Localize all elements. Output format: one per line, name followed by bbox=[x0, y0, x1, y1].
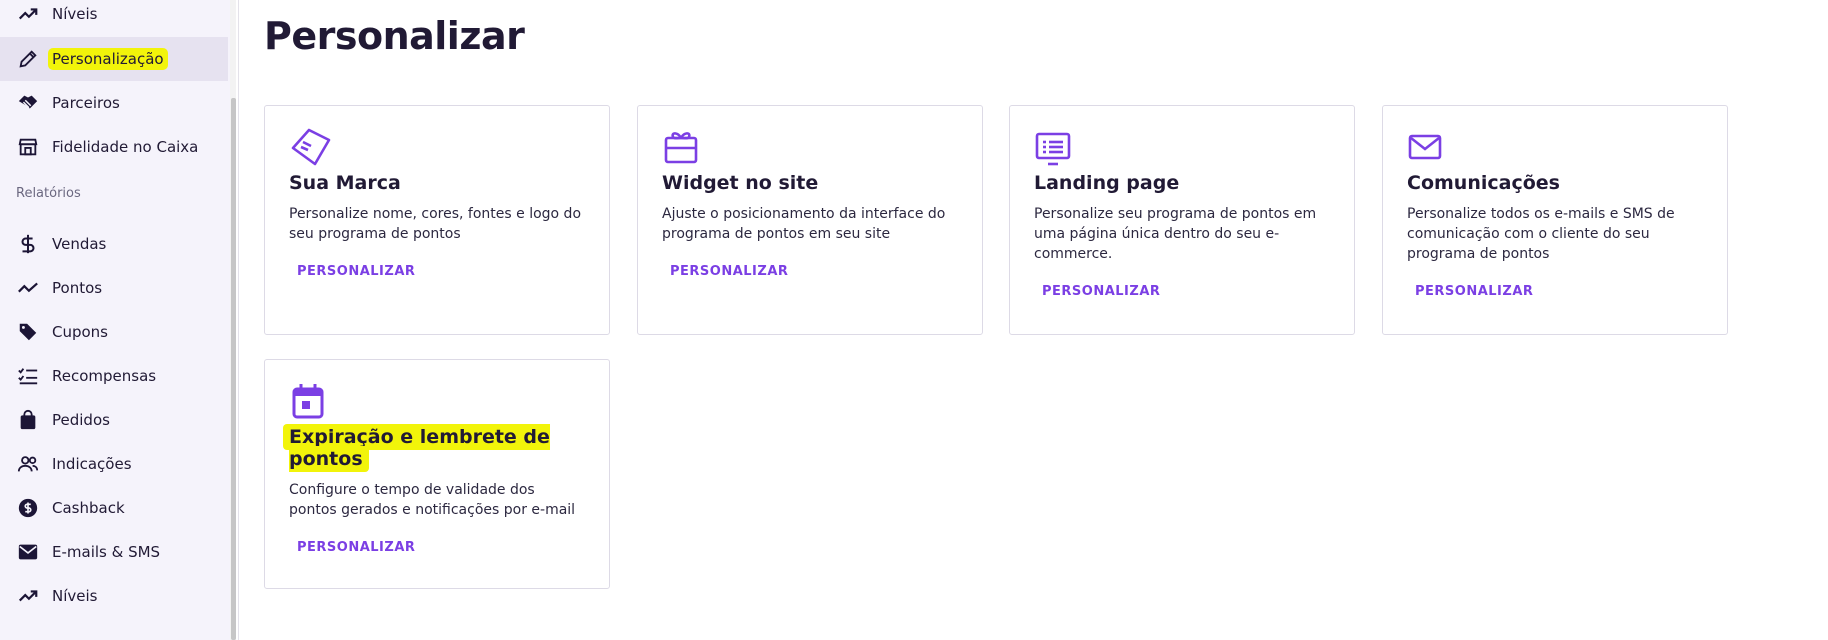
card-description: Personalize nome, cores, fontes e logo d… bbox=[289, 206, 582, 242]
sidebar: Níveis Personalização Parceiros Fidelida… bbox=[0, 0, 233, 640]
sidebar-item-label: Pontos bbox=[52, 279, 103, 297]
trending-up-icon bbox=[17, 277, 39, 299]
sidebar-item-cashback[interactable]: Cashback bbox=[0, 486, 228, 530]
sidebar-item-label: Recompensas bbox=[52, 367, 157, 385]
sidebar-item-label: Indicações bbox=[52, 455, 132, 473]
personalize-button[interactable]: PERSONALIZAR bbox=[297, 540, 415, 555]
gift-card-icon bbox=[662, 126, 710, 168]
trending-up-icon bbox=[17, 585, 39, 607]
card-description: Personalize seu programa de pontos em um… bbox=[1034, 206, 1317, 262]
sidebar-item-parceiros[interactable]: Parceiros bbox=[0, 81, 228, 125]
pencil-icon bbox=[17, 48, 39, 70]
sidebar-item-label: Parceiros bbox=[52, 94, 120, 112]
sidebar-item-label: Níveis bbox=[52, 5, 98, 23]
card-title: Widget no site bbox=[662, 172, 819, 194]
card-title: Sua Marca bbox=[289, 172, 401, 194]
sidebar-item-emails-sms[interactable]: E-mails & SMS bbox=[0, 530, 228, 574]
dollar-icon bbox=[17, 233, 39, 255]
card-expiracao-lembrete: Expiração e lembrete de pontos Configure… bbox=[264, 359, 610, 589]
sidebar-item-label: E-mails & SMS bbox=[52, 543, 161, 561]
calendar-icon bbox=[289, 380, 337, 422]
card-title-text: Expiração e lembrete de pontos bbox=[283, 424, 550, 472]
card-title: Comunicações bbox=[1407, 172, 1560, 194]
coin-icon bbox=[17, 497, 39, 519]
sidebar-item-recompensas[interactable]: Recompensas bbox=[0, 354, 228, 398]
trending-up-icon bbox=[17, 3, 39, 25]
sidebar-item-niveis[interactable]: Níveis bbox=[0, 574, 228, 618]
monitor-icon bbox=[1034, 126, 1082, 168]
sidebar-divider bbox=[238, 0, 239, 640]
sidebar-item-pedidos[interactable]: Pedidos bbox=[0, 398, 228, 442]
sidebar-item-label: Fidelidade no Caixa bbox=[52, 138, 199, 156]
card-description: Configure o tempo de validade dos pontos… bbox=[289, 482, 576, 518]
checklist-icon bbox=[17, 365, 39, 387]
sidebar-item-personalizacao[interactable]: Personalização bbox=[0, 37, 228, 81]
shopping-bag-icon bbox=[17, 409, 39, 431]
card-title: Landing page bbox=[1034, 172, 1180, 194]
personalize-button[interactable]: PERSONALIZAR bbox=[297, 264, 415, 279]
sidebar-item-label: Pedidos bbox=[52, 411, 110, 429]
tag-icon bbox=[17, 321, 39, 343]
personalize-button[interactable]: PERSONALIZAR bbox=[1042, 284, 1160, 299]
sidebar-item-pontos[interactable]: Pontos bbox=[0, 266, 228, 310]
sidebar-item-label: Vendas bbox=[52, 235, 107, 253]
sidebar-item-fidelidade-caixa[interactable]: Fidelidade no Caixa bbox=[0, 125, 228, 169]
card-title: Expiração e lembrete de pontos bbox=[283, 424, 585, 472]
sidebar-item-niveis-top[interactable]: Níveis bbox=[0, 0, 228, 36]
sidebar-item-label: Personalização bbox=[48, 48, 168, 70]
card-widget-site: Widget no site Ajuste o posicionamento d… bbox=[637, 105, 983, 335]
handshake-icon bbox=[17, 92, 39, 114]
sidebar-scrollbar-thumb[interactable] bbox=[231, 98, 236, 640]
card-description: Ajuste o posicionamento da interface do … bbox=[662, 206, 946, 242]
people-icon bbox=[17, 453, 39, 475]
sidebar-item-label: Níveis bbox=[52, 587, 98, 605]
brand-tag-icon bbox=[289, 126, 337, 168]
page-title: Personalizar bbox=[264, 14, 525, 58]
sidebar-item-label: Cupons bbox=[52, 323, 109, 341]
card-comunicacoes: Comunicações Personalize todos os e-mail… bbox=[1382, 105, 1728, 335]
card-description: Personalize todos os e-mails e SMS de co… bbox=[1407, 206, 1675, 262]
sidebar-item-indicacoes[interactable]: Indicações bbox=[0, 442, 228, 486]
sidebar-item-cupons[interactable]: Cupons bbox=[0, 310, 228, 354]
personalize-button[interactable]: PERSONALIZAR bbox=[1415, 284, 1533, 299]
store-icon bbox=[17, 136, 39, 158]
mail-icon bbox=[17, 541, 39, 563]
personalize-button[interactable]: PERSONALIZAR bbox=[670, 264, 788, 279]
sidebar-section-reports: Relatórios bbox=[16, 186, 81, 201]
card-sua-marca: Sua Marca Personalize nome, cores, fonte… bbox=[264, 105, 610, 335]
sidebar-item-label: Cashback bbox=[52, 499, 125, 517]
envelope-icon bbox=[1407, 126, 1455, 168]
card-landing-page: Landing page Personalize seu programa de… bbox=[1009, 105, 1355, 335]
sidebar-item-vendas[interactable]: Vendas bbox=[0, 222, 228, 266]
